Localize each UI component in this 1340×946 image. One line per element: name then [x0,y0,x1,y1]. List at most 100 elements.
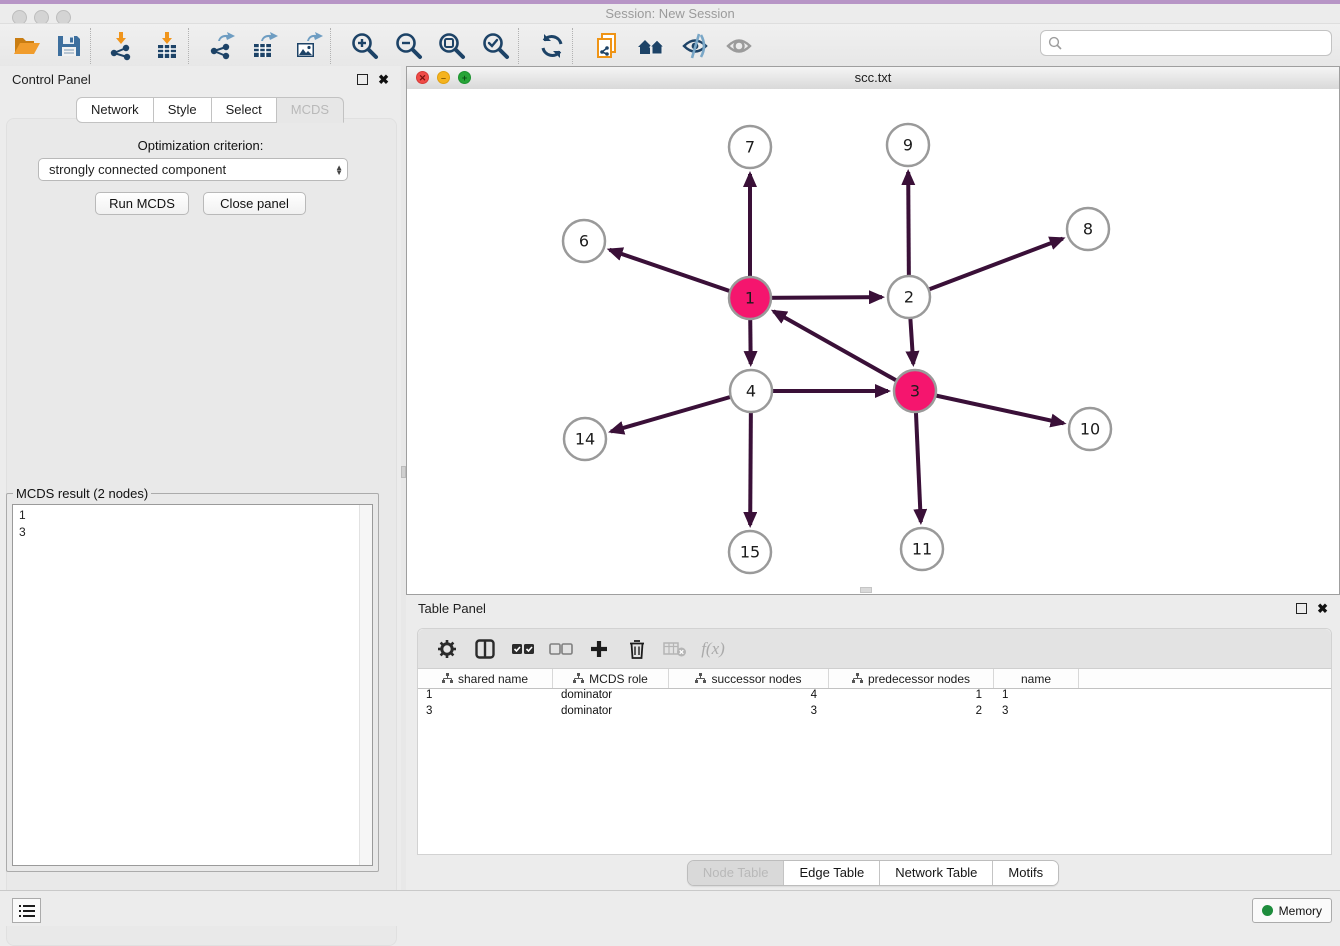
cell-predecessor-nodes[interactable]: 1 [829,689,994,705]
column-header-successor-nodes[interactable]: successor nodes [669,669,829,688]
titlebar: Session: New Session [0,4,1340,23]
zoom-selected-icon[interactable] [479,29,513,63]
close-network-icon[interactable]: ✕ [416,71,429,84]
mcds-result-text[interactable]: 1 3 [12,504,373,866]
float-panel-icon[interactable] [357,74,368,85]
toolbar-separator [518,28,519,64]
column-type-icon [442,673,453,684]
tab-network[interactable]: Network [76,97,154,123]
graph-node-label-10: 10 [1080,420,1100,439]
control-panel: Control Panel ✖ Network Style Select MCD… [0,66,401,890]
tab-mcds[interactable]: MCDS [277,97,344,123]
cell-shared-name[interactable]: 3 [418,705,553,721]
tab-network-table[interactable]: Network Table [879,861,992,885]
column-header-name[interactable]: name [994,669,1079,688]
column-header-mcds-role[interactable]: MCDS role [553,669,669,688]
network-window-title: scc.txt [407,67,1339,88]
column-browser-icon[interactable] [470,637,500,661]
result-scrollbar[interactable] [359,505,372,865]
tab-select[interactable]: Select [212,97,277,123]
show-all-networks-icon[interactable] [634,29,668,63]
table-row[interactable]: 1 dominator 4 1 1 [418,689,1331,705]
cell-name[interactable]: 3 [994,705,1079,721]
tab-motifs[interactable]: Motifs [992,861,1058,885]
show-selected-icon[interactable] [722,29,756,63]
zoom-in-icon[interactable] [348,29,382,63]
cell-mcds-role[interactable]: dominator [553,705,669,721]
close-panel-icon[interactable]: ✖ [378,75,389,84]
cell-name[interactable]: 1 [994,689,1079,705]
control-panel-tabs: Network Style Select MCDS [76,97,344,123]
table-panel-title: Table Panel [418,601,486,616]
graph-node-label-15: 15 [740,543,760,562]
apply-layout-icon[interactable] [535,29,569,63]
memory-button[interactable]: Memory [1252,898,1332,923]
graph-node-label-7: 7 [745,138,755,157]
toolbar-separator [90,28,91,64]
graph-edge-2-8[interactable] [909,239,1063,297]
window-title: Session: New Session [0,4,1340,23]
list-icon [19,904,35,918]
status-bar: Memory [0,890,1340,926]
graph-node-label-3: 3 [910,382,920,401]
unselect-all-icon[interactable] [546,637,576,661]
table-header-row: shared name MCDS role successor nodes pr… [418,669,1331,689]
import-table-icon[interactable] [150,29,184,63]
search-input[interactable] [1066,33,1331,53]
graph-canvas[interactable]: 1234678910111415 [407,89,1339,594]
delete-table-icon [660,637,690,661]
hide-selected-icon[interactable] [678,29,712,63]
task-history-button[interactable] [12,898,41,923]
zoom-fit-icon[interactable] [435,29,469,63]
column-header-predecessor-nodes[interactable]: predecessor nodes [829,669,994,688]
open-file-icon[interactable] [10,29,44,63]
graph-edge-1-6[interactable] [610,250,750,298]
cell-successor-nodes[interactable]: 4 [669,689,829,705]
graph-node-label-14: 14 [575,430,595,449]
graph-node-label-1: 1 [745,289,755,308]
graph-node-label-2: 2 [904,288,914,307]
cell-predecessor-nodes[interactable]: 2 [829,705,994,721]
cell-shared-name[interactable]: 1 [418,689,553,705]
zoom-out-icon[interactable] [392,29,426,63]
table-options-icon[interactable] [432,637,462,661]
cell-successor-nodes[interactable]: 3 [669,705,829,721]
canvas-resize-grip[interactable] [860,587,872,593]
search-icon [1048,36,1062,50]
tab-edge-table[interactable]: Edge Table [783,861,879,885]
close-table-panel-icon[interactable]: ✖ [1317,604,1328,613]
chevron-up-down-icon: ▲▼ [335,165,343,175]
node-table: f(x) shared name MCDS role successor nod… [417,628,1332,855]
optimization-criterion-select[interactable]: strongly connected component ▲▼ [38,158,348,181]
table-row[interactable]: 3 dominator 3 2 3 [418,705,1331,721]
close-panel-button[interactable]: Close panel [203,192,306,215]
table-tabs: Node Table Edge Table Network Table Moti… [406,860,1340,886]
optimization-criterion-label: Optimization criterion: [0,138,401,153]
network-window-titlebar[interactable]: ✕ – + scc.txt [407,67,1339,90]
zoom-network-icon[interactable]: + [458,71,471,84]
network-view-window: ✕ – + scc.txt 1234678910111415 [406,66,1340,595]
cell-mcds-role[interactable]: dominator [553,689,669,705]
minimize-network-icon[interactable]: – [437,71,450,84]
export-table-icon[interactable] [247,29,281,63]
export-image-icon[interactable] [291,29,325,63]
graph-edge-3-10[interactable] [915,391,1064,423]
tab-style[interactable]: Style [154,97,212,123]
delete-column-icon[interactable] [622,637,652,661]
search-field[interactable] [1040,30,1332,56]
run-mcds-button[interactable]: Run MCDS [95,192,189,215]
column-type-icon [573,673,584,684]
export-network-icon[interactable] [204,29,238,63]
graph-node-label-11: 11 [912,540,932,559]
memory-label: Memory [1279,904,1322,918]
tab-node-table[interactable]: Node Table [688,861,784,885]
graph-node-label-6: 6 [579,232,589,251]
float-table-panel-icon[interactable] [1296,603,1307,614]
column-header-shared-name[interactable]: shared name [418,669,553,688]
select-all-icon[interactable] [508,637,538,661]
import-network-icon[interactable] [104,29,138,63]
clone-network-icon[interactable] [590,29,624,63]
save-session-icon[interactable] [52,29,86,63]
add-column-icon[interactable] [584,637,614,661]
graph-edge-3-1[interactable] [774,311,915,391]
